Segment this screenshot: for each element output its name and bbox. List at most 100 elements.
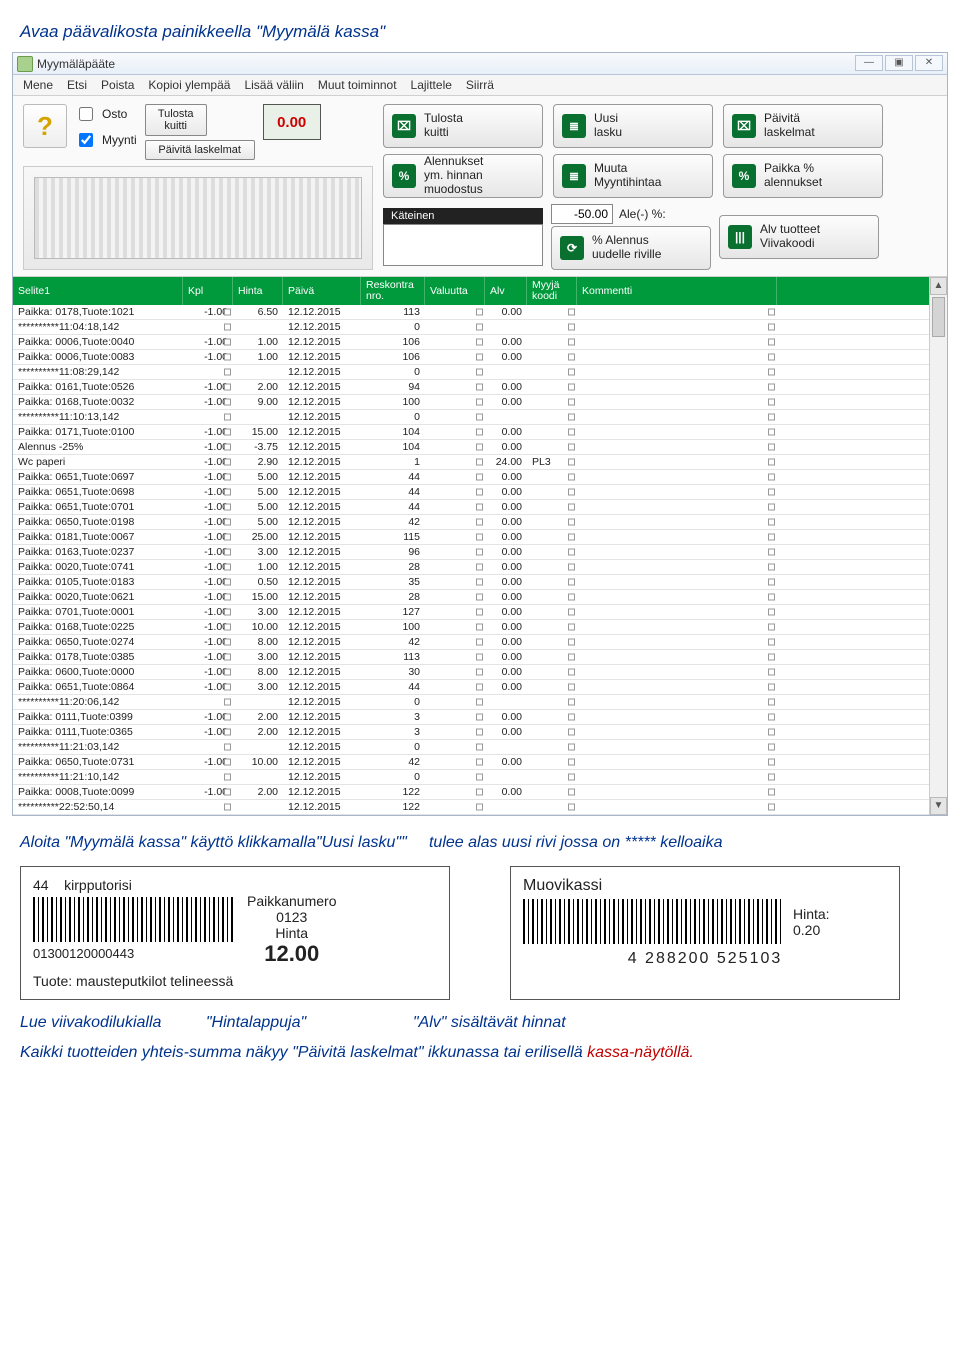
row1-btn-0[interactable]: ⌧Tulosta kuitti [383, 104, 543, 148]
menu-poista[interactable]: Poista [101, 78, 134, 92]
table-row[interactable]: Paikka: 0006,Tuote:0083-1.001.0012.12.20… [13, 350, 929, 365]
row1-btn-0-icon: ⌧ [392, 114, 416, 138]
col-4[interactable]: Reskontra nro. [361, 277, 425, 305]
window-title: Myymäläpääte [37, 57, 115, 71]
row3-btn-0[interactable]: ⟳% Alennus uudelle riville [551, 226, 711, 270]
col-7[interactable]: Myyjä koodi [527, 277, 577, 305]
table-row[interactable]: Paikka: 0181,Tuote:0067-1.0025.0012.12.2… [13, 530, 929, 545]
vertical-scrollbar[interactable]: ▲ ▼ [929, 277, 947, 815]
menu-etsi[interactable]: Etsi [67, 78, 87, 92]
barcode-icon [33, 897, 233, 942]
row3-btn-0-icon: ⟳ [560, 236, 584, 260]
table-row[interactable]: **********11:21:03,14212.12.20150 [13, 740, 929, 755]
table-row[interactable]: **********11:08:29,14212.12.20150 [13, 365, 929, 380]
row1-btn-2-icon: ⌧ [732, 114, 756, 138]
table-row[interactable]: **********11:10:13,14212.12.20150 [13, 410, 929, 425]
cash-register-illustration [23, 166, 373, 270]
table-row[interactable]: **********11:04:18,14212.12.20150 [13, 320, 929, 335]
col-6[interactable]: Alv [485, 277, 527, 305]
row3-btn-1-icon: ||| [728, 225, 752, 249]
row1-btn-1[interactable]: ≣Uusi lasku [553, 104, 713, 148]
table-row[interactable]: Paikka: 0161,Tuote:0526-1.002.0012.12.20… [13, 380, 929, 395]
table-row[interactable]: Paikka: 0111,Tuote:0365-1.002.0012.12.20… [13, 725, 929, 740]
menu-kopioi ylempää[interactable]: Kopioi ylempää [148, 78, 230, 92]
table-row[interactable]: Paikka: 0163,Tuote:0237-1.003.0012.12.20… [13, 545, 929, 560]
row2-btn-2-icon: % [732, 164, 756, 188]
barcode-price-tag-left: 44 kirpputorisi 01300120000443 Paikkanum… [20, 866, 450, 1000]
table-row[interactable]: Paikka: 0600,Tuote:0000-1.008.0012.12.20… [13, 665, 929, 680]
myynti-checkbox[interactable]: Myynti [75, 130, 137, 150]
barcode-icon [523, 899, 783, 944]
menu-muut toiminnot[interactable]: Muut toiminnot [318, 78, 397, 92]
restore-button[interactable]: ▣ [885, 55, 913, 71]
col-8[interactable]: Kommentti [577, 277, 777, 305]
table-row[interactable]: Paikka: 0650,Tuote:0274-1.008.0012.12.20… [13, 635, 929, 650]
app-window: Myymäläpääte — ▣ ✕ Mene Etsi Poista Kopioi … [12, 52, 948, 816]
scroll-up-arrow[interactable]: ▲ [930, 277, 947, 295]
ale-input[interactable] [551, 204, 613, 224]
row2-btn-0[interactable]: %Alennukset ym. hinnan muodostus [383, 154, 543, 198]
table-row[interactable]: Wc paperi-1.002.9012.12.2015124.00PL3 [13, 455, 929, 470]
app-icon [17, 56, 33, 72]
row1-btn-1-icon: ≣ [562, 114, 586, 138]
table-row[interactable]: Paikka: 0651,Tuote:0864-1.003.0012.12.20… [13, 680, 929, 695]
row2-btn-1[interactable]: ≣Muuta Myyntihintaa [553, 154, 713, 198]
col-5[interactable]: Valuutta [425, 277, 485, 305]
osto-checkbox[interactable]: Osto [75, 104, 137, 124]
row3-btn-1[interactable]: |||Alv tuotteet Viivakoodi [719, 215, 879, 259]
doc-line1: Lue viivakodilukialla "Hintalappuja" "Al… [20, 1014, 940, 1032]
table-row[interactable]: Paikka: 0701,Tuote:0001-1.003.0012.12.20… [13, 605, 929, 620]
doc-mid: Aloita "Myymälä kassa" käyttö klikkamall… [20, 834, 940, 852]
barcode-price-tag-right: Muovikassi Hinta:0.20 4 288200 525103 [510, 866, 900, 1000]
table-row[interactable]: Paikka: 0171,Tuote:0100-1.0015.0012.12.2… [13, 425, 929, 440]
kateinen-box[interactable] [383, 224, 543, 266]
doc-intro: Avaa päävalikosta painikkeella "Myymälä … [20, 22, 940, 42]
table-row[interactable]: Alennus -25%-1.00-3.7512.12.20151040.00 [13, 440, 929, 455]
row2-btn-0-icon: % [392, 164, 416, 188]
table-row[interactable]: Paikka: 0178,Tuote:1021-1.006.5012.12.20… [13, 305, 929, 320]
table-row[interactable]: Paikka: 0111,Tuote:0399-1.002.0012.12.20… [13, 710, 929, 725]
amount-display: 0.00 [263, 104, 321, 140]
table-row[interactable]: Paikka: 0008,Tuote:0099-1.002.0012.12.20… [13, 785, 929, 800]
table-row[interactable]: **********11:21:10,14212.12.20150 [13, 770, 929, 785]
col-2[interactable]: Hinta [233, 277, 283, 305]
menu-lisää väliin[interactable]: Lisää väliin [244, 78, 303, 92]
row2-btn-1-icon: ≣ [562, 164, 586, 188]
col-3[interactable]: Päivä [283, 277, 361, 305]
table-row[interactable]: Paikka: 0651,Tuote:0698-1.005.0012.12.20… [13, 485, 929, 500]
help-icon: ? [37, 111, 53, 142]
table-row[interactable]: Paikka: 0650,Tuote:0731-1.0010.0012.12.2… [13, 755, 929, 770]
scroll-down-arrow[interactable]: ▼ [930, 797, 947, 815]
col-1[interactable]: Kpl [183, 277, 233, 305]
table-row[interactable]: Paikka: 0651,Tuote:0697-1.005.0012.12.20… [13, 470, 929, 485]
transactions-table: Selite1KplHintaPäiväReskontra nro.Valuut… [13, 277, 929, 815]
table-row[interactable]: Paikka: 0168,Tuote:0225-1.0010.0012.12.2… [13, 620, 929, 635]
table-row[interactable]: Paikka: 0651,Tuote:0701-1.005.0012.12.20… [13, 500, 929, 515]
menubar: Mene Etsi Poista Kopioi ylempää Lisää väliin… [13, 75, 947, 96]
table-row[interactable]: **********22:52:50,1412.12.2015122 [13, 800, 929, 815]
row1-btn-2[interactable]: ⌧Päivitä laskelmat [723, 104, 883, 148]
help-button[interactable]: ? [23, 104, 67, 148]
tulosta-kuitti-small[interactable]: Tulosta kuitti [145, 104, 207, 136]
table-row[interactable]: Paikka: 0650,Tuote:0198-1.005.0012.12.20… [13, 515, 929, 530]
kateinen-label: Käteinen [383, 208, 543, 224]
ale-label: Ale(-) %: [619, 207, 666, 221]
table-row[interactable]: Paikka: 0168,Tuote:0032-1.009.0012.12.20… [13, 395, 929, 410]
menu-lajittele[interactable]: Lajittele [411, 78, 452, 92]
titlebar: Myymäläpääte — ▣ ✕ [13, 53, 947, 75]
minimize-button[interactable]: — [855, 55, 883, 71]
table-row[interactable]: **********11:20:06,14212.12.20150 [13, 695, 929, 710]
table-row[interactable]: Paikka: 0006,Tuote:0040-1.001.0012.12.20… [13, 335, 929, 350]
table-row[interactable]: Paikka: 0020,Tuote:0741-1.001.0012.12.20… [13, 560, 929, 575]
table-row[interactable]: Paikka: 0020,Tuote:0621-1.0015.0012.12.2… [13, 590, 929, 605]
doc-line2: Kaikki tuotteiden yhteis-summa näkyy "Pä… [20, 1044, 940, 1062]
row2-btn-2[interactable]: %Paikka % alennukset [723, 154, 883, 198]
scroll-thumb[interactable] [932, 297, 945, 337]
menu-mene[interactable]: Mene [23, 78, 53, 92]
table-row[interactable]: Paikka: 0105,Tuote:0183-1.000.5012.12.20… [13, 575, 929, 590]
menu-siirrä[interactable]: Siirrä [466, 78, 494, 92]
col-0[interactable]: Selite1 [13, 277, 183, 305]
paivita-laskelmat-small[interactable]: Päivitä laskelmat [145, 140, 255, 160]
table-row[interactable]: Paikka: 0178,Tuote:0385-1.003.0012.12.20… [13, 650, 929, 665]
close-button[interactable]: ✕ [915, 55, 943, 71]
